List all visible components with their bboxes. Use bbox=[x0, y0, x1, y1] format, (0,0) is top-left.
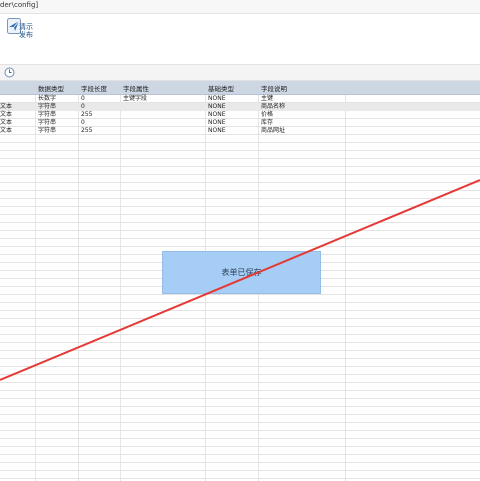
cell-base-type[interactable]: NONE bbox=[208, 119, 226, 127]
table-row[interactable]: 长数字 0 主键字段 NONE 主键 bbox=[0, 95, 480, 103]
cell-attr[interactable]: 主键字段 bbox=[123, 95, 147, 103]
cell-length[interactable]: 255 bbox=[81, 111, 92, 119]
cell-base-type[interactable]: NONE bbox=[208, 111, 226, 119]
col-header-description[interactable]: 字段说明 bbox=[261, 83, 287, 93]
table-row[interactable]: 文本 字符串 0 NONE 库存 bbox=[0, 119, 480, 127]
table-row[interactable]: 文本 字符串 255 NONE 价格 bbox=[0, 111, 480, 119]
cell-type-tail: 文本 bbox=[0, 119, 13, 126]
cell-data-type[interactable]: 字符串 bbox=[38, 103, 56, 111]
publish-label-2: 发布 bbox=[19, 31, 33, 39]
cell-data-type[interactable]: 字符串 bbox=[38, 119, 56, 127]
cell-base-type[interactable]: NONE bbox=[208, 127, 226, 135]
cell-description[interactable]: 价格 bbox=[261, 111, 273, 119]
cell-length[interactable]: 255 bbox=[81, 127, 92, 135]
grid-header: 数据类型 字段长度 字段属性 基础类型 字段说明 bbox=[0, 81, 480, 95]
table-row[interactable]: 文本 字符串 255 NONE 商品网址 bbox=[0, 127, 480, 135]
cell-type-tail: 文本 bbox=[0, 103, 13, 110]
cell-description[interactable]: 主键 bbox=[261, 95, 273, 103]
col-header-data-type[interactable]: 数据类型 bbox=[38, 83, 64, 93]
cell-data-type[interactable]: 字符串 bbox=[38, 111, 56, 119]
cell-type-tail: 文本 bbox=[0, 111, 13, 118]
cell-length[interactable]: 0 bbox=[81, 119, 85, 127]
col-header-base-type[interactable]: 基础类型 bbox=[208, 83, 234, 93]
cell-description[interactable]: 商品网址 bbox=[261, 127, 285, 135]
title-bar: der\config] bbox=[0, 0, 480, 14]
refresh-icon[interactable] bbox=[4, 67, 15, 78]
cell-description[interactable]: 商品名称 bbox=[261, 103, 285, 111]
cell-data-type[interactable]: 长数字 bbox=[38, 95, 56, 103]
ribbon-toolbar: 清示 发布 bbox=[0, 14, 480, 64]
col-header-length[interactable]: 字段长度 bbox=[81, 83, 107, 93]
col-header-attr[interactable]: 字段属性 bbox=[123, 83, 149, 93]
table-row[interactable]: 文本 字符串 0 NONE 商品名称 bbox=[0, 103, 480, 111]
save-toast: 表单已保存 bbox=[162, 251, 321, 294]
publish-button[interactable]: 清示 发布 bbox=[2, 16, 42, 50]
cell-data-type[interactable]: 字符串 bbox=[38, 127, 56, 135]
window-title: der\config] bbox=[0, 1, 39, 9]
cell-length[interactable]: 0 bbox=[81, 103, 85, 111]
cell-type-tail: 文本 bbox=[0, 127, 13, 134]
cell-length[interactable]: 0 bbox=[81, 95, 85, 103]
toast-message: 表单已保存 bbox=[221, 268, 262, 277]
cell-base-type[interactable]: NONE bbox=[208, 103, 226, 111]
cell-base-type[interactable]: NONE bbox=[208, 95, 226, 103]
cell-description[interactable]: 库存 bbox=[261, 119, 273, 127]
quick-access-bar bbox=[0, 64, 480, 81]
